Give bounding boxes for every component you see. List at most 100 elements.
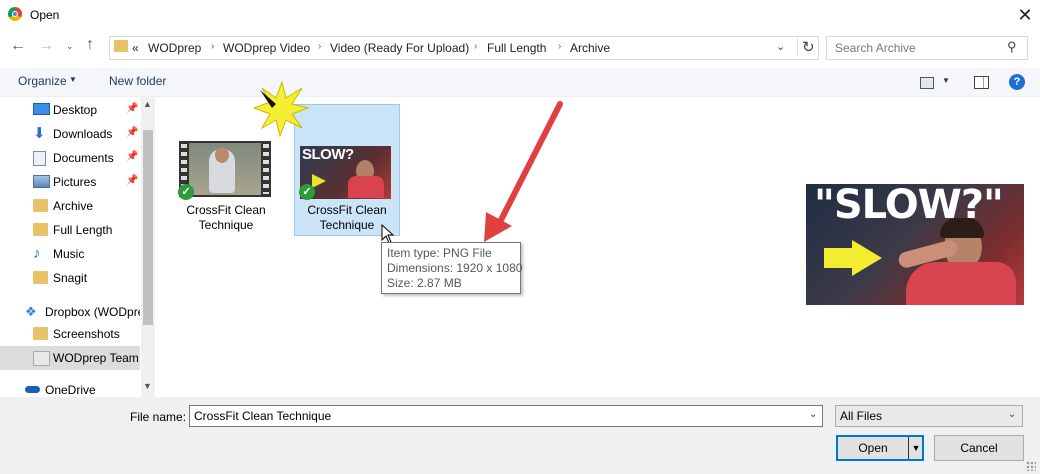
scroll-up-icon[interactable]: ▲: [143, 99, 152, 109]
chevron-down-icon[interactable]: ⌄: [1008, 409, 1016, 420]
sidebar-item-dropbox[interactable]: ❖ Dropbox (WODpre: [0, 300, 140, 324]
resize-grip-icon[interactable]: [1026, 461, 1036, 471]
chevron-down-icon[interactable]: ⌄: [776, 40, 785, 53]
sidebar-item-documents[interactable]: Documents 📌: [0, 146, 140, 170]
pictures-icon: [33, 175, 50, 188]
file-name-field[interactable]: CrossFit Clean Technique ⌄: [189, 405, 823, 427]
sidebar-item-screenshots[interactable]: Screenshots: [0, 322, 140, 346]
preview-image: "SLOW?": [806, 184, 1024, 305]
tooltip-item-type: Item type: PNG File: [387, 246, 492, 260]
sidebar-item-archive[interactable]: Archive: [0, 194, 140, 218]
organize-menu[interactable]: Organize: [18, 74, 67, 88]
folder-icon: [33, 199, 48, 212]
sidebar-item-label: Desktop: [53, 103, 98, 117]
open-button-label: Open: [858, 441, 888, 455]
tooltip-dimensions: Dimensions: 1920 x 1080: [387, 261, 523, 275]
file-type-select[interactable]: All Files ⌄: [835, 405, 1023, 427]
up-arrow-icon[interactable]: ↑: [86, 36, 94, 54]
address-bar[interactable]: « WODprep › WODprep Video › Video (Ready…: [109, 36, 819, 60]
file-name-value: CrossFit Clean Technique: [194, 409, 332, 423]
pin-icon: 📌: [126, 151, 139, 162]
sidebar-item-downloads[interactable]: ⬇ Downloads 📌: [0, 122, 140, 146]
folder-icon: [33, 223, 48, 236]
tooltip-size: Size: 2.87 MB: [387, 276, 462, 290]
open-split-dropdown-icon[interactable]: ▼: [908, 437, 923, 459]
sidebar-item-wodprep-team[interactable]: WODprep Team: [0, 346, 140, 370]
breadcrumb-separator-icon[interactable]: ›: [211, 41, 214, 52]
window-title: Open: [30, 8, 60, 22]
file-info-tooltip: Item type: PNG File Dimensions: 1920 x 1…: [381, 242, 523, 294]
breadcrumb-archive[interactable]: Archive: [570, 41, 610, 55]
cloud-icon: [25, 386, 40, 393]
sidebar-item-label: Archive: [53, 199, 94, 213]
navigation-pane: Desktop 📌 ⬇ Downloads 📌 Documents 📌 Pict…: [0, 97, 140, 397]
sidebar-item-label: WODprep Team: [53, 351, 139, 365]
sidebar-item-snagit[interactable]: Snagit: [0, 266, 140, 290]
chrome-logo-icon: [8, 7, 22, 21]
documents-icon: [33, 151, 46, 166]
desktop-icon: [33, 103, 50, 115]
folder-icon: [33, 351, 50, 366]
sidebar-item-onedrive[interactable]: OneDrive: [0, 378, 140, 397]
red-arrow-icon: [484, 101, 563, 242]
recent-locations-chevron-icon[interactable]: ⌄: [66, 41, 74, 52]
cancel-button-label: Cancel: [960, 441, 998, 455]
starburst-icon: [252, 80, 310, 138]
download-arrow-icon: ⬇: [33, 125, 46, 142]
breadcrumb-overflow[interactable]: «: [132, 41, 139, 55]
help-icon[interactable]: ?: [1009, 74, 1025, 90]
sidebar-item-full-length[interactable]: Full Length: [0, 218, 140, 242]
sync-check-icon: ✓: [178, 184, 194, 200]
chevron-down-icon[interactable]: ▼: [942, 76, 950, 85]
breadcrumb-wodprep-video[interactable]: WODprep Video: [223, 41, 310, 55]
sidebar-item-label: Downloads: [53, 127, 113, 141]
back-arrow-icon[interactable]: ←: [10, 37, 26, 55]
preview-pane-icon[interactable]: [974, 76, 989, 89]
pin-icon: 📌: [126, 103, 139, 114]
sidebar-item-desktop[interactable]: Desktop 📌: [0, 98, 140, 122]
sidebar-item-label: Music: [53, 247, 85, 261]
search-placeholder: Search Archive: [835, 41, 916, 55]
sidebar-item-label: Snagit: [53, 271, 88, 285]
pin-icon: 📌: [126, 175, 139, 186]
dropbox-icon: ❖: [25, 304, 37, 319]
cancel-button[interactable]: Cancel: [934, 435, 1024, 461]
title-bar: Open ✕: [0, 0, 1040, 30]
pin-icon: 📌: [126, 127, 139, 138]
music-note-icon: ♪: [33, 245, 41, 262]
close-icon[interactable]: ✕: [1012, 3, 1038, 27]
new-folder-button[interactable]: New folder: [109, 74, 166, 88]
breadcrumb-separator-icon[interactable]: ›: [474, 41, 477, 52]
breadcrumb-separator-icon[interactable]: ›: [318, 41, 321, 52]
search-icon[interactable]: ⚲: [1007, 39, 1017, 55]
chevron-down-icon[interactable]: ⌄: [809, 409, 817, 420]
dialog-footer: File name: CrossFit Clean Technique ⌄ Al…: [0, 397, 1040, 474]
folder-icon: [33, 327, 48, 340]
file-name-label: File name:: [130, 410, 187, 424]
refresh-icon[interactable]: ↻: [797, 38, 815, 56]
forward-arrow-icon[interactable]: →: [38, 37, 54, 55]
folder-icon: [114, 40, 128, 52]
scroll-down-icon[interactable]: ▼: [143, 381, 152, 391]
sidebar-item-music[interactable]: ♪ Music: [0, 242, 140, 266]
open-button[interactable]: Open ▼: [836, 435, 924, 461]
breadcrumb-wodprep[interactable]: WODprep: [148, 41, 201, 55]
breadcrumb-full-length[interactable]: Full Length: [487, 41, 546, 55]
sidebar-item-label: Documents: [53, 151, 114, 165]
chevron-down-icon[interactable]: ▼: [69, 75, 77, 84]
view-options-icon[interactable]: [920, 77, 934, 89]
sidebar-item-label: Full Length: [53, 223, 113, 237]
folder-icon: [33, 271, 48, 284]
sidebar-item-pictures[interactable]: Pictures 📌: [0, 170, 140, 194]
mouse-cursor-icon: [381, 224, 395, 244]
sidebar-item-label: Pictures: [53, 175, 97, 189]
search-input[interactable]: Search Archive ⚲: [826, 36, 1028, 60]
scrollbar-thumb[interactable]: [143, 130, 153, 325]
breadcrumb-video-ready[interactable]: Video (Ready For Upload): [330, 41, 469, 55]
sidebar-item-label: Dropbox (WODpre: [45, 305, 140, 319]
breadcrumb-separator-icon[interactable]: ›: [558, 41, 561, 52]
annotation-overlay: [252, 80, 563, 242]
sidebar-item-label: Screenshots: [53, 327, 120, 341]
sidebar-item-label: OneDrive: [45, 383, 96, 397]
file-type-value: All Files: [840, 409, 883, 423]
